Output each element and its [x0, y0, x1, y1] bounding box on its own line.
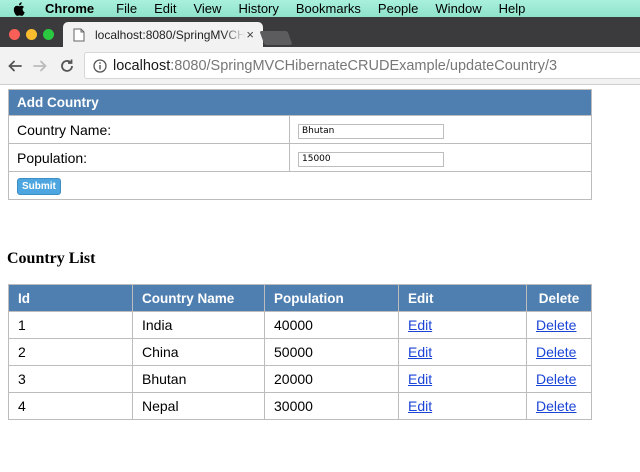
population-cell	[289, 143, 592, 172]
tab-strip: localhost:8080/SpringMVCHibernateCRUDExa…	[0, 17, 640, 47]
cell-population: 40000	[264, 311, 399, 339]
cell-country-name: India	[132, 311, 265, 339]
address-bar[interactable]: localhost:8080/SpringMVCHibernateCRUDExa…	[84, 52, 640, 79]
menu-bar: Chrome File Edit View History Bookmarks …	[0, 0, 640, 17]
menu-view[interactable]: View	[193, 0, 221, 17]
population-input[interactable]	[298, 151, 444, 167]
apple-icon[interactable]	[13, 1, 27, 16]
cell-population: 30000	[264, 392, 399, 420]
country-name-input[interactable]	[298, 123, 444, 139]
table-row: 4 Nepal 30000 Edit Delete	[8, 392, 592, 420]
cell-delete: Delete	[526, 365, 592, 393]
submit-button[interactable]: Submit	[17, 178, 61, 195]
cell-population: 20000	[264, 365, 399, 393]
form-heading: Add Country	[8, 89, 592, 116]
cell-country-name: China	[132, 338, 265, 366]
tab-title: localhost:8080/SpringMVCHibernateCRUDExa…	[95, 27, 245, 42]
url-host: localhost	[113, 57, 171, 74]
browser-tab[interactable]: localhost:8080/SpringMVCHibernateCRUDExa…	[63, 22, 263, 47]
edit-link[interactable]: Edit	[408, 371, 432, 387]
cell-edit: Edit	[398, 392, 527, 420]
cell-id: 1	[8, 311, 133, 339]
country-list-table: Id Country Name Population Edit Delete 1…	[8, 284, 592, 420]
menu-window[interactable]: Window	[435, 0, 481, 17]
menu-bookmarks[interactable]: Bookmarks	[296, 0, 361, 17]
menu-app-chrome[interactable]: Chrome	[45, 0, 94, 17]
cell-country-name: Nepal	[132, 392, 265, 420]
cell-delete: Delete	[526, 392, 592, 420]
edit-link[interactable]: Edit	[408, 344, 432, 360]
column-header-country-name: Country Name	[132, 284, 265, 312]
column-header-population: Population	[264, 284, 399, 312]
cell-edit: Edit	[398, 365, 527, 393]
add-country-form: Add Country Country Name: Population: Su…	[8, 89, 592, 200]
delete-link[interactable]: Delete	[536, 371, 576, 387]
delete-link[interactable]: Delete	[536, 317, 576, 333]
table-row: 1 India 40000 Edit Delete	[8, 311, 592, 339]
cell-population: 50000	[264, 338, 399, 366]
info-icon[interactable]	[93, 58, 107, 73]
menu-history[interactable]: History	[238, 0, 278, 17]
edit-link[interactable]: Edit	[408, 398, 432, 414]
column-header-delete: Delete	[526, 284, 592, 312]
edit-link[interactable]: Edit	[408, 317, 432, 333]
menu-people[interactable]: People	[378, 0, 418, 17]
minimize-window-button[interactable]	[26, 29, 37, 40]
cell-delete: Delete	[526, 311, 592, 339]
tab-close-icon[interactable]: ×	[246, 27, 254, 42]
menu-help[interactable]: Help	[499, 0, 526, 17]
country-list-heading: Country List	[7, 250, 96, 267]
delete-link[interactable]: Delete	[536, 398, 576, 414]
page-content: Add Country Country Name: Population: Su…	[0, 86, 640, 472]
cell-country-name: Bhutan	[132, 365, 265, 393]
close-window-button[interactable]	[9, 29, 20, 40]
country-name-label: Country Name:	[8, 115, 290, 144]
menu-edit[interactable]: Edit	[154, 0, 176, 17]
population-label: Population:	[8, 143, 290, 172]
cell-id: 3	[8, 365, 133, 393]
back-arrow-icon[interactable]	[4, 55, 26, 77]
table-row: 2 China 50000 Edit Delete	[8, 338, 592, 366]
cell-edit: Edit	[398, 338, 527, 366]
submit-cell: Submit	[8, 171, 592, 200]
country-name-cell	[289, 115, 592, 144]
cell-id: 2	[8, 338, 133, 366]
cell-id: 4	[8, 392, 133, 420]
zoom-window-button[interactable]	[43, 29, 54, 40]
browser-toolbar: localhost:8080/SpringMVCHibernateCRUDExa…	[0, 47, 640, 85]
page-icon	[73, 28, 87, 42]
cell-edit: Edit	[398, 311, 527, 339]
forward-arrow-icon[interactable]	[29, 55, 51, 77]
cell-delete: Delete	[526, 338, 592, 366]
reload-icon[interactable]	[56, 55, 78, 77]
column-header-id: Id	[8, 284, 133, 312]
url-path: :8080/SpringMVCHibernateCRUDExample/upda…	[170, 57, 558, 74]
table-row: 3 Bhutan 20000 Edit Delete	[8, 365, 592, 393]
column-header-edit: Edit	[398, 284, 527, 312]
menu-file[interactable]: File	[116, 0, 137, 17]
delete-link[interactable]: Delete	[536, 344, 576, 360]
new-tab-button[interactable]	[259, 31, 293, 45]
table-header-row: Id Country Name Population Edit Delete	[8, 284, 592, 312]
